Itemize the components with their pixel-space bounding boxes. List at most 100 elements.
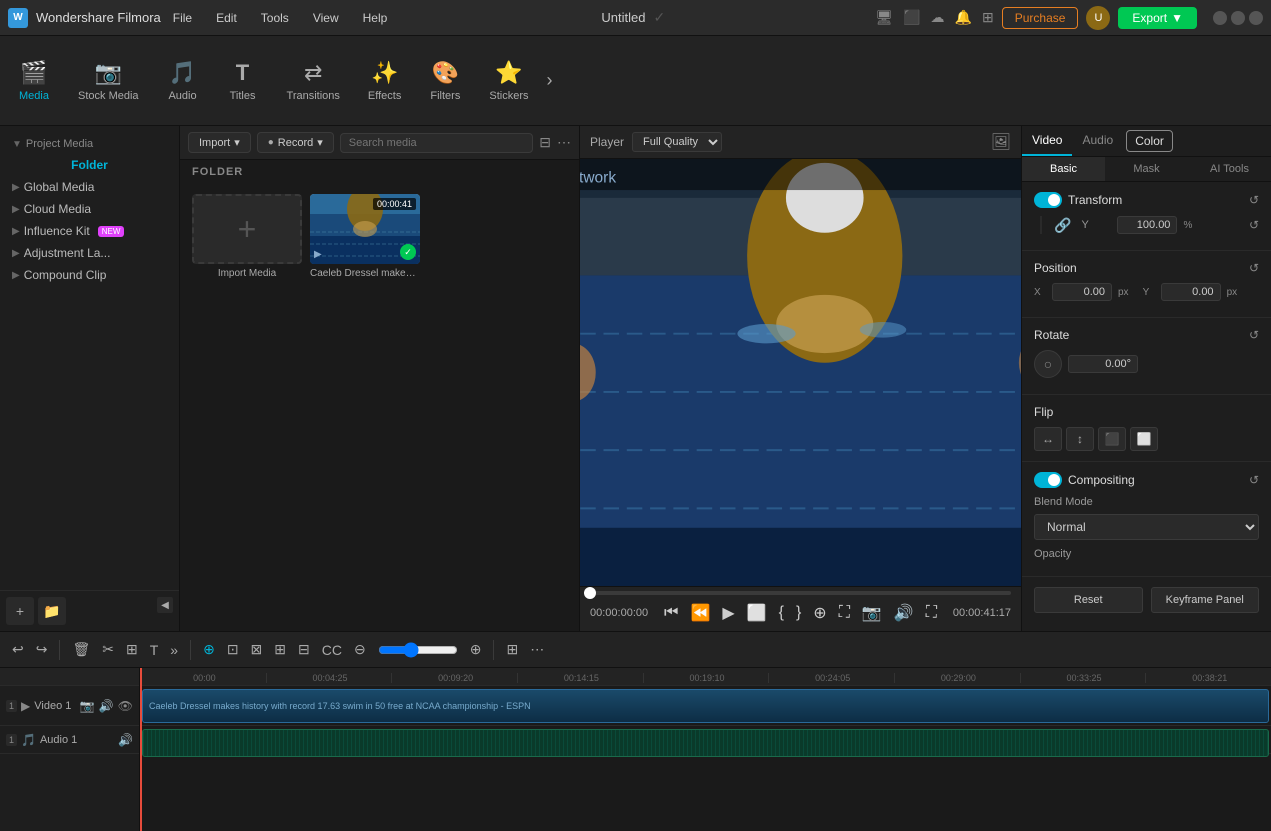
snapshot-button[interactable]: 📷: [862, 603, 882, 623]
transform-toggle[interactable]: [1034, 192, 1062, 208]
play-button[interactable]: ▶: [722, 603, 734, 623]
zoom-preview-button[interactable]: ⛶: [926, 604, 937, 622]
fullscreen-button[interactable]: ⛶: [839, 604, 850, 622]
audio-clip[interactable]: [142, 729, 1269, 757]
rotate-input[interactable]: [1068, 355, 1138, 373]
mark-in-button[interactable]: {: [779, 604, 784, 622]
split-button[interactable]: ✂: [98, 639, 118, 660]
maximize-button[interactable]: [1231, 11, 1245, 25]
progress-bar[interactable]: [590, 591, 1011, 595]
toolbar-transitions[interactable]: ⇄ Transitions: [273, 52, 354, 110]
position-y-input[interactable]: [1161, 283, 1221, 301]
cloud-icon[interactable]: ☁: [931, 9, 945, 26]
media-item-video1[interactable]: 00:00:41 ✓ ▶ Caeleb Dressel makes ...: [310, 194, 420, 621]
audio-track-vol-btn[interactable]: 🔊: [118, 733, 133, 747]
user-avatar[interactable]: U: [1086, 6, 1110, 30]
video-track-camera-btn[interactable]: 📷: [80, 699, 95, 713]
grid-icon[interactable]: ⊞: [982, 9, 994, 26]
flip-btn-4[interactable]: ⬜: [1130, 427, 1158, 451]
delete-button[interactable]: 🗑: [68, 639, 94, 660]
collapse-panel-button[interactable]: ◀: [157, 597, 173, 613]
toolbar-media[interactable]: 🎬 Media: [4, 52, 64, 110]
video-clip[interactable]: Caeleb Dressel makes history with record…: [142, 689, 1269, 723]
monitor-icon[interactable]: 🖥: [875, 9, 893, 26]
close-button[interactable]: [1249, 11, 1263, 25]
position-reset-icon[interactable]: ↺: [1249, 261, 1259, 275]
audio-stretch-button[interactable]: ⊠: [247, 639, 267, 660]
captions-button[interactable]: CC: [318, 640, 346, 660]
flip-horizontal-button[interactable]: ↔: [1034, 427, 1062, 451]
more-options-icon[interactable]: ⋯: [557, 134, 571, 151]
zoom-out-tl-button[interactable]: ⊖: [350, 639, 370, 660]
filter-icon[interactable]: ⊟: [539, 134, 551, 151]
stop-button[interactable]: ⬜: [747, 603, 767, 623]
transform-reset-icon[interactable]: ↺: [1249, 193, 1259, 207]
menu-view[interactable]: View: [309, 9, 343, 27]
toolbar-stock-media[interactable]: 📷 Stock Media: [64, 52, 153, 110]
folder-button[interactable]: 📁: [38, 597, 66, 625]
redo-button[interactable]: ↪: [32, 639, 52, 660]
zoom-in-tl-button[interactable]: ⊕: [466, 639, 486, 660]
flip-btn-3[interactable]: ⬛: [1098, 427, 1126, 451]
timeline-more-button[interactable]: ⋯: [526, 639, 548, 660]
menu-help[interactable]: Help: [359, 9, 392, 27]
tree-item-compound-clip[interactable]: ▶ Compound Clip: [4, 264, 175, 286]
position-x-input[interactable]: [1052, 283, 1112, 301]
frame-icon[interactable]: ⬛: [903, 9, 920, 26]
toolbar-audio[interactable]: 🎵 Audio: [153, 52, 213, 110]
record-button[interactable]: ● Record ▾: [257, 132, 334, 153]
text-button[interactable]: T: [146, 640, 163, 660]
new-folder-button[interactable]: +: [6, 597, 34, 625]
toolbar-titles[interactable]: T Titles: [213, 52, 273, 110]
skip-back-button[interactable]: ⏮: [664, 604, 678, 622]
playhead[interactable]: [140, 668, 142, 831]
search-input[interactable]: [340, 133, 534, 153]
toolbar-stickers[interactable]: ⭐ Stickers: [475, 52, 542, 110]
menu-file[interactable]: File: [169, 9, 196, 27]
tree-item-adjustment-layer[interactable]: ▶ Adjustment La...: [4, 242, 175, 264]
preview-settings-icon[interactable]: 🖼: [991, 132, 1011, 152]
video-track-audio-btn[interactable]: 🔊: [99, 699, 114, 713]
undo-button[interactable]: ↩: [8, 639, 28, 660]
split-audio-button[interactable]: ⊟: [294, 639, 314, 660]
sub-tab-ai-tools[interactable]: AI Tools: [1188, 157, 1271, 181]
audio-button[interactable]: 🔊: [894, 603, 914, 623]
tree-item-influence-kit[interactable]: ▶ Influence Kit NEW: [4, 220, 175, 242]
crop-button[interactable]: ⊞: [122, 639, 142, 660]
toolbar-effects[interactable]: ✨ Effects: [354, 52, 415, 110]
toolbar-filters[interactable]: 🎨 Filters: [415, 52, 475, 110]
clip-mix-button[interactable]: ⊞: [270, 639, 290, 660]
minimize-button[interactable]: [1213, 11, 1227, 25]
menu-edit[interactable]: Edit: [212, 9, 241, 27]
tab-video[interactable]: Video: [1022, 126, 1072, 156]
tree-item-cloud-media[interactable]: ▶ Cloud Media: [4, 198, 175, 220]
mark-out-button[interactable]: }: [796, 604, 801, 622]
scale-y-reset[interactable]: ↺: [1249, 218, 1259, 232]
snap-button[interactable]: ⊡: [223, 639, 243, 660]
flip-vertical-button[interactable]: ↕: [1066, 427, 1094, 451]
blend-mode-select[interactable]: Normal Multiply Screen Overlay: [1034, 514, 1259, 540]
reset-button[interactable]: Reset: [1034, 587, 1143, 613]
keyframe-panel-button[interactable]: Keyframe Panel: [1151, 587, 1260, 613]
tree-item-global-media[interactable]: ▶ Global Media: [4, 176, 175, 198]
sub-tab-mask[interactable]: Mask: [1105, 157, 1188, 181]
video-track-eye-btn[interactable]: 👁: [118, 699, 133, 713]
media-item-import[interactable]: + Import Media: [192, 194, 302, 621]
timeline-zoom-slider[interactable]: [378, 642, 458, 658]
tree-item-project-media[interactable]: ▼ Project Media: [4, 134, 175, 154]
export-button[interactable]: Export ▼: [1118, 7, 1197, 29]
motion-button[interactable]: ⊕: [199, 639, 219, 660]
progress-handle[interactable]: [584, 587, 596, 599]
import-button[interactable]: Import ▾: [188, 132, 251, 153]
quality-select[interactable]: Full Quality 1/2 Quality 1/4 Quality: [632, 132, 722, 152]
tab-color[interactable]: Color: [1126, 130, 1173, 152]
more-tl-button[interactable]: »: [166, 640, 182, 660]
rotate-reset-icon[interactable]: ↺: [1249, 328, 1259, 342]
menu-tools[interactable]: Tools: [257, 9, 293, 27]
tree-folder-label[interactable]: Folder: [4, 154, 175, 176]
purchase-button[interactable]: Purchase: [1002, 7, 1079, 29]
frame-back-button[interactable]: ⏪: [690, 603, 710, 623]
sub-tab-basic[interactable]: Basic: [1022, 157, 1105, 181]
toolbar-more-icon[interactable]: ›: [542, 70, 556, 91]
tab-audio[interactable]: Audio: [1072, 126, 1123, 156]
